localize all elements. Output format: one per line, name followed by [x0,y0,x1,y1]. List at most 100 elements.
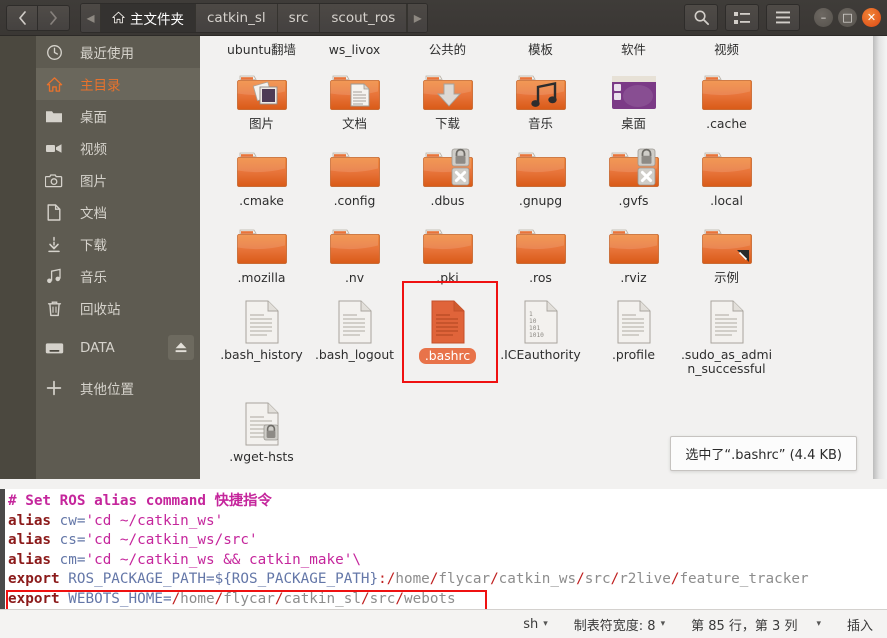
menu-button[interactable] [766,4,800,31]
file-label: .profile [611,347,656,362]
tab-width-selector[interactable]: 制表符宽度: 8 ▾ [574,615,665,634]
file-item[interactable]: 软件 [587,36,680,57]
view-toggle-button[interactable] [725,4,759,31]
folder-locked-icon [401,135,494,191]
sidebar-item-下载[interactable]: 下载 [36,228,200,260]
vertical-scrollbar[interactable] [873,36,887,479]
back-button[interactable] [6,4,38,31]
forward-button[interactable] [38,4,70,31]
breadcrumb-label: scout_ros [331,9,396,26]
breadcrumb-item-home[interactable]: 主文件夹 [101,3,196,32]
folder-icon [36,100,72,132]
file-item[interactable]: .bashrc [401,289,494,364]
file-label: .sudo_as_admin_successful [680,347,773,376]
folder-music-icon [494,58,587,114]
folder-locked-icon [587,135,680,191]
file-item[interactable]: 文档 [308,58,401,131]
sidebar-item-DATA[interactable]: DATA [36,332,200,364]
cursor-position[interactable]: 第 85 行，第 3 列 ▾ [691,615,821,634]
eject-icon[interactable] [168,335,194,360]
file-item[interactable]: ubuntu翻墙 [215,36,308,57]
file-item[interactable]: .cache [680,58,773,131]
close-button[interactable]: ✕ [862,8,881,27]
camera-icon [36,164,72,196]
home-icon [112,11,125,24]
editor-token: cm= [51,551,86,568]
file-item[interactable]: .dbus [401,135,494,208]
file-item[interactable]: .mozilla [215,212,308,285]
sidebar-item-文档[interactable]: 文档 [36,196,200,228]
folder-documents-icon [308,58,401,114]
file-item[interactable]: .gnupg [494,135,587,208]
sidebar-item-视频[interactable]: 视频 [36,132,200,164]
file-label: .mozilla [237,270,286,285]
sidebar-item-label: 最近使用 [80,46,134,62]
file-item[interactable]: ws_livox [308,36,401,57]
file-item[interactable]: 图片 [215,58,308,131]
file-item[interactable]: .bash_history [215,289,308,362]
file-label: .bash_logout [314,347,395,362]
file-item[interactable]: .config [308,135,401,208]
file-label: .cache [706,116,747,131]
plus-icon [36,372,72,404]
maximize-button[interactable]: □ [838,8,857,27]
sidebar-item-最近使用[interactable]: 最近使用 [36,36,200,68]
file-item[interactable]: 模板 [494,36,587,57]
breadcrumb-item-src[interactable]: src [277,3,321,32]
editor-line: alias cm='cd ~/catkin_ws && catkin_make'… [8,551,887,571]
file-label: 桌面 [621,116,646,131]
file-item[interactable]: 下载 [401,58,494,131]
breadcrumb-scroll-right[interactable]: ▸ [407,3,428,32]
file-item[interactable]: .sudo_as_admin_successful [680,289,773,376]
folder-icon [308,36,401,40]
file-item[interactable]: .local [680,135,773,208]
sidebar-item-label: 音乐 [80,270,107,286]
trash-icon [36,292,72,324]
breadcrumb-scroll-left[interactable]: ◂ [81,3,101,32]
editor-token: home [395,571,430,587]
file-label: .pki [436,270,459,285]
file-item[interactable]: .profile [587,289,680,362]
search-button[interactable] [684,4,718,31]
file-grid-area[interactable]: ubuntu翻墙 ws_livox 公共的 模板 软件 视频图片 文档 下载 音乐 桌面 .cach… [200,36,887,479]
file-label: 模板 [528,42,553,57]
file-item[interactable]: .gvfs [587,135,680,208]
sidebar-item-桌面[interactable]: 桌面 [36,100,200,132]
file-item[interactable]: .rviz [587,212,680,285]
file-item[interactable]: 视频 [680,36,773,57]
sidebar-item-主目录[interactable]: 主目录 [36,68,200,100]
editor-token: cw= [51,512,86,529]
file-item[interactable]: 示例 [680,212,773,285]
breadcrumb-item-scout-ros[interactable]: scout_ros [320,3,408,32]
minimize-button[interactable]: – [814,8,833,27]
sidebar-item-label: 桌面 [80,110,107,126]
editor-line: export ROS_PACKAGE_PATH=${ROS_PACKAGE_PA… [8,570,887,590]
window-controls: – □ ✕ [814,8,881,27]
drive-icon [36,332,72,364]
sidebar-item-图片[interactable]: 图片 [36,164,200,196]
file-item[interactable]: .cmake [215,135,308,208]
editor-token: / [610,571,620,587]
file-item[interactable]: 桌面 [587,58,680,131]
breadcrumb-item-catkin-sl[interactable]: catkin_sl [196,3,278,32]
sidebar-item-回收站[interactable]: 回收站 [36,292,200,324]
language-selector[interactable]: sh ▾ [523,617,548,632]
sidebar-item-音乐[interactable]: 音乐 [36,260,200,292]
editor-token: / [576,571,585,587]
breadcrumb-label: 主文件夹 [130,11,184,28]
file-item[interactable]: .ros [494,212,587,285]
file-item[interactable]: 公共的 [401,36,494,57]
file-item[interactable]: 1 10 101 1010 .ICEauthority [494,289,587,362]
file-item[interactable]: .nv [308,212,401,285]
editor-token: 'cd ~/catkin_ws' [85,512,224,529]
file-item[interactable]: .pki [401,212,494,285]
sidebar-item-label: 下载 [80,238,107,254]
download-icon [36,228,72,260]
file-label: .bash_history [220,347,303,362]
file-item[interactable]: .wget-hsts [215,391,308,464]
sidebar-item-label: 图片 [80,174,107,190]
sidebar-item-其他位置[interactable]: 其他位置 [36,372,200,404]
file-item[interactable]: 音乐 [494,58,587,131]
file-item[interactable]: .bash_logout [308,289,401,362]
sidebar-list: 最近使用主目录桌面视频图片文档下载音乐回收站 DATA 其他位置 [36,36,200,479]
